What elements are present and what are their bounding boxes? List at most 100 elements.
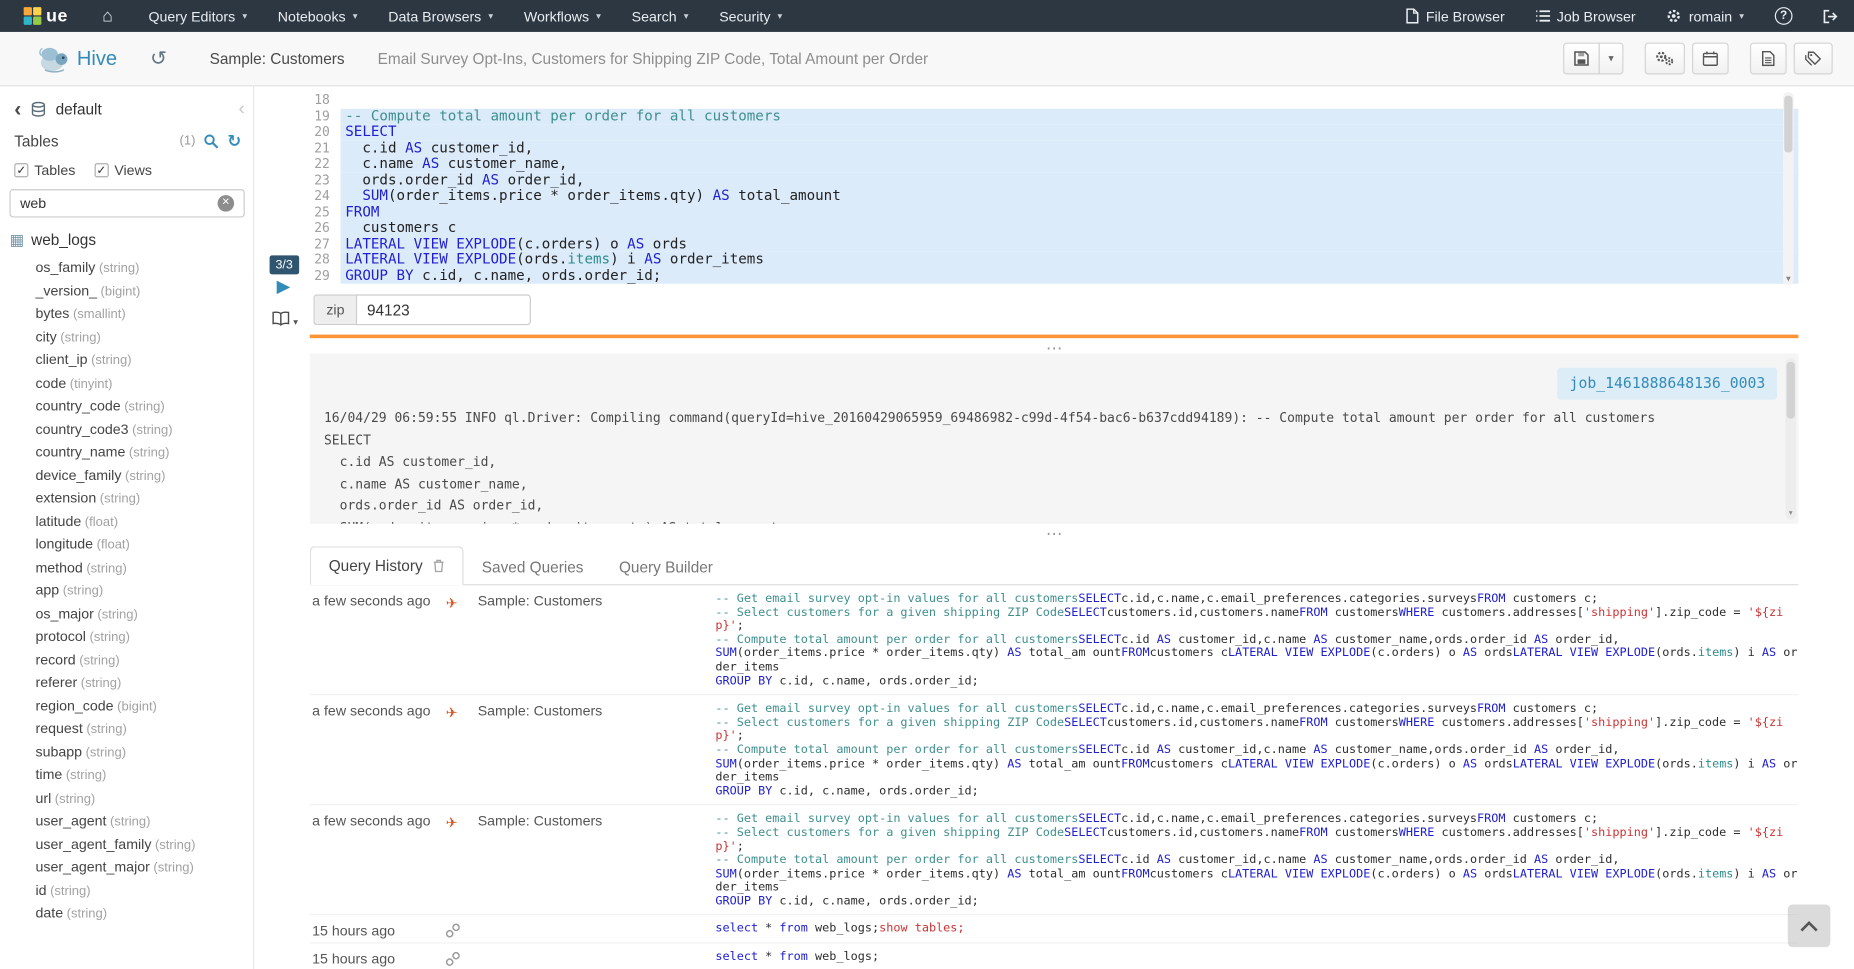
- hue-logo[interactable]: ue: [0, 0, 82, 32]
- scroll-down-icon[interactable]: ▾: [1785, 507, 1796, 519]
- editor-line: 18: [310, 92, 1799, 108]
- settings-button[interactable]: [1645, 43, 1685, 75]
- caret-down-icon: ▾: [293, 316, 298, 327]
- home-icon[interactable]: ⌂: [82, 0, 133, 32]
- file-browser-link[interactable]: File Browser: [1390, 0, 1520, 32]
- scrollbar-thumb[interactable]: [1787, 362, 1795, 419]
- database-name[interactable]: default: [56, 100, 102, 118]
- column-item[interactable]: _version_(bigint): [0, 280, 253, 303]
- scrollbar-thumb[interactable]: [1784, 96, 1792, 153]
- sql-token: (order_items.price * order_items.qty): [737, 647, 1008, 660]
- table-name[interactable]: web_logs: [31, 231, 96, 249]
- clear-history-icon[interactable]: [433, 559, 445, 572]
- column-item[interactable]: device_family(string): [0, 464, 253, 487]
- column-item[interactable]: os_family(string): [0, 257, 253, 280]
- column-item[interactable]: url(string): [0, 787, 253, 810]
- menu-security[interactable]: Security▾: [704, 0, 798, 32]
- checkbox-icon[interactable]: ✓: [94, 163, 108, 177]
- column-item[interactable]: region_code(bigint): [0, 695, 253, 718]
- column-item[interactable]: user_agent_major(string): [0, 856, 253, 879]
- resize-handle[interactable]: ⋯: [310, 530, 1799, 541]
- column-item[interactable]: user_agent(string): [0, 810, 253, 833]
- column-item[interactable]: subapp(string): [0, 741, 253, 764]
- column-item[interactable]: extension(string): [0, 487, 253, 510]
- variable-input[interactable]: [356, 294, 531, 325]
- column-item[interactable]: os_major(string): [0, 602, 253, 625]
- column-item[interactable]: protocol(string): [0, 625, 253, 648]
- column-item[interactable]: method(string): [0, 556, 253, 579]
- column-item[interactable]: time(string): [0, 764, 253, 787]
- history-row[interactable]: a few seconds ago✈Sample: Customers-- Ge…: [310, 806, 1799, 916]
- sql-token: customers c: [1150, 868, 1228, 881]
- tab-saved-queries[interactable]: Saved Queries: [464, 549, 601, 586]
- tags-button[interactable]: [1794, 43, 1833, 75]
- column-type: (string): [97, 607, 137, 621]
- sql-token: items: [1698, 757, 1734, 770]
- column-item[interactable]: country_code3(string): [0, 418, 253, 441]
- editor-code: customers c: [341, 220, 1799, 236]
- search-icon[interactable]: [204, 133, 219, 148]
- column-item[interactable]: country_name(string): [0, 441, 253, 464]
- column-item[interactable]: code(tinyint): [0, 372, 253, 395]
- column-item[interactable]: country_code(string): [0, 395, 253, 418]
- menu-workflows[interactable]: Workflows▾: [509, 0, 617, 32]
- column-item[interactable]: date(string): [0, 902, 253, 925]
- line-number: 21: [310, 140, 341, 156]
- docs-book-button[interactable]: ▾: [272, 311, 298, 332]
- save-dropdown-button[interactable]: ▾: [1599, 43, 1624, 75]
- collapse-panel-icon[interactable]: ‹: [238, 101, 244, 120]
- execute-button[interactable]: ▶: [277, 278, 291, 296]
- log-scrollbar[interactable]: ▾: [1785, 358, 1796, 519]
- history-row[interactable]: a few seconds ago✈Sample: Customers-- Ge…: [310, 695, 1799, 805]
- tab-query-builder[interactable]: Query Builder: [601, 549, 730, 586]
- sql-token: AS: [1313, 634, 1327, 647]
- column-item[interactable]: city(string): [0, 326, 253, 349]
- sql-token: AS: [644, 251, 661, 268]
- column-item[interactable]: record(string): [0, 649, 253, 672]
- column-item[interactable]: request(string): [0, 718, 253, 741]
- help-button[interactable]: ?: [1759, 0, 1807, 32]
- menu-notebooks[interactable]: Notebooks▾: [262, 0, 372, 32]
- refresh-icon[interactable]: ↻: [227, 132, 241, 149]
- logout-button[interactable]: [1808, 0, 1854, 32]
- history-row[interactable]: a few seconds ago✈Sample: Customers-- Ge…: [310, 585, 1799, 695]
- column-item[interactable]: client_ip(string): [0, 349, 253, 372]
- back-arrow-icon[interactable]: ‹: [14, 98, 21, 119]
- save-button[interactable]: [1563, 43, 1600, 75]
- scroll-top-button[interactable]: [1788, 905, 1831, 948]
- column-item[interactable]: user_agent_family(string): [0, 833, 253, 856]
- sql-editor[interactable]: 1819-- Compute total amount per order fo…: [310, 92, 1799, 285]
- sql-token: customers.addresses[: [1434, 826, 1583, 839]
- job-browser-link[interactable]: Job Browser: [1520, 0, 1651, 32]
- column-item[interactable]: longitude(float): [0, 533, 253, 556]
- column-item[interactable]: app(string): [0, 579, 253, 602]
- column-item[interactable]: latitude(float): [0, 510, 253, 533]
- scroll-down-icon[interactable]: ▾: [1783, 273, 1794, 285]
- menu-search[interactable]: Search▾: [616, 0, 704, 32]
- column-item[interactable]: id(string): [0, 879, 253, 902]
- clear-filter-icon[interactable]: ×: [218, 195, 235, 212]
- history-sql: -- Get email survey opt-in values for al…: [715, 703, 1798, 801]
- menu-data-browsers[interactable]: Data Browsers▾: [373, 0, 509, 32]
- column-item[interactable]: referer(string): [0, 672, 253, 695]
- column-name: region_code: [35, 697, 113, 714]
- job-link[interactable]: job_1461888648136_0003: [1558, 368, 1777, 399]
- query-history-icon[interactable]: ↺: [150, 47, 167, 71]
- schedule-button[interactable]: [1692, 43, 1729, 75]
- tab-query-history[interactable]: Query History: [310, 546, 464, 585]
- editor-scrollbar[interactable]: ▾: [1783, 92, 1794, 285]
- filter-tables[interactable]: ✓Tables: [14, 162, 75, 179]
- history-row[interactable]: 15 hours agoselect * from web_logs;: [310, 944, 1799, 969]
- menu-query-editors[interactable]: Query Editors▾: [133, 0, 262, 32]
- filter-views[interactable]: ✓Views: [94, 162, 152, 179]
- table-filter-input[interactable]: [9, 189, 244, 217]
- app-name[interactable]: Hive: [77, 47, 117, 71]
- sql-line: SUM(order_items.price * order_items.qty)…: [715, 757, 1798, 784]
- export-doc-button[interactable]: [1750, 43, 1787, 75]
- column-item[interactable]: bytes(smallint): [0, 303, 253, 326]
- checkbox-icon[interactable]: ✓: [14, 163, 28, 177]
- table-item[interactable]: ▦ web_logs: [0, 220, 253, 251]
- user-menu[interactable]: romain ▾: [1651, 0, 1759, 32]
- menu-label: Workflows: [524, 8, 589, 25]
- history-row[interactable]: 15 hours agoselect * from web_logs;show …: [310, 916, 1799, 944]
